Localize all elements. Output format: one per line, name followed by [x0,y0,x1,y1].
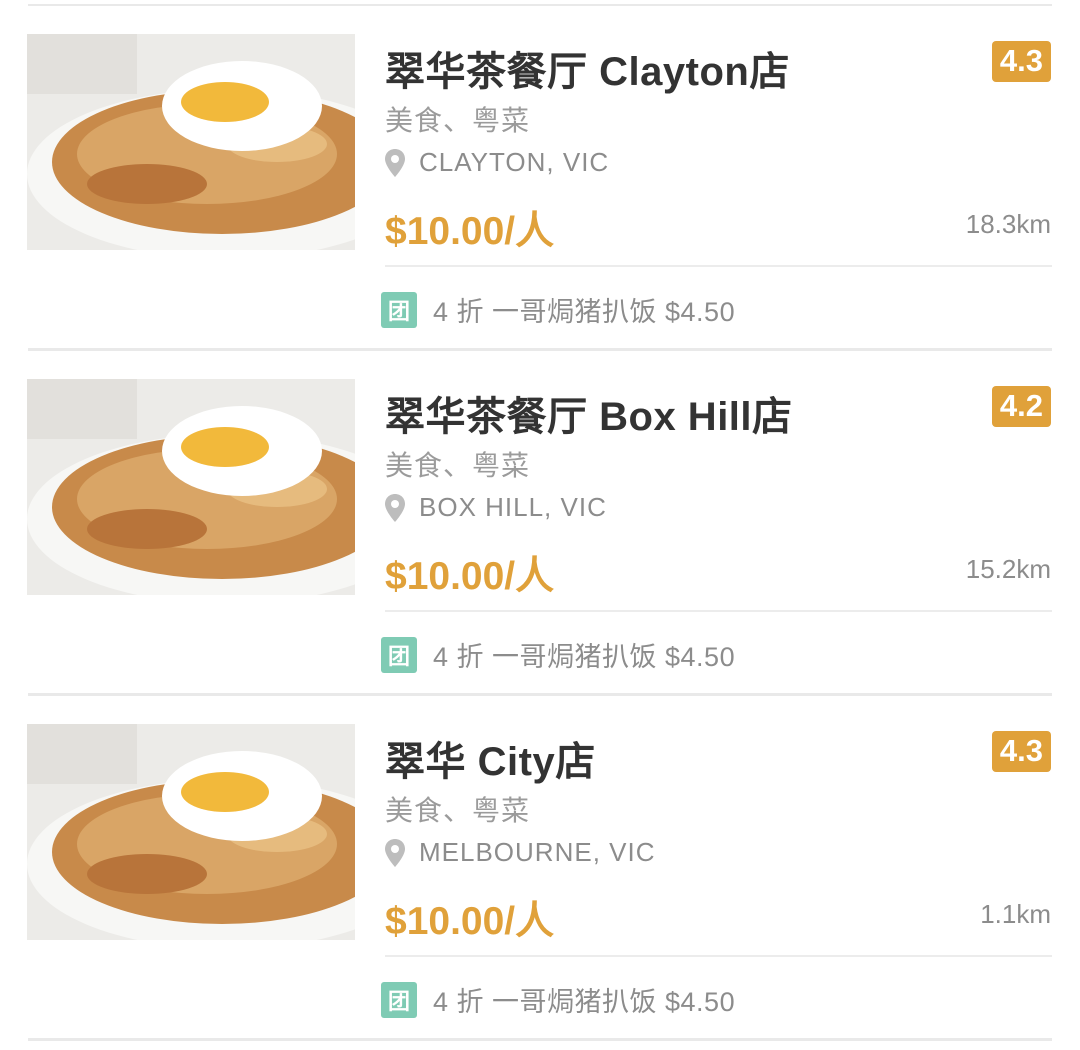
group-buy-tag-icon: 团 [381,981,417,1018]
location-text: MELBOURNE, VIC [419,837,656,867]
restaurant-card[interactable]: 翠华 City店 4.3 美食、粤菜 MELBOURNE, VIC $10.00… [0,696,1080,1041]
location-text: CLAYTON, VIC [419,147,610,177]
group-buy-tag-icon: 团 [381,291,417,328]
card-inner-divider [385,955,1052,957]
card-inner-divider [385,610,1052,612]
deal-text: 4 折 一哥焗猪扒饭 $4.50 [433,987,736,1017]
location-pin-icon [385,493,405,522]
deal-text: 4 折 一哥焗猪扒饭 $4.50 [433,642,736,672]
restaurant-card[interactable]: 翠华茶餐厅 Clayton店 4.3 美食、粤菜 CLAYTON, VIC $1… [0,6,1080,351]
location-row: MELBOURNE, VIC [383,837,656,868]
restaurant-name[interactable]: 翠华茶餐厅 Box Hill店 [385,384,793,442]
food-thumbnail[interactable] [27,724,355,940]
group-buy-tag-icon: 团 [381,636,417,673]
category-label: 美食、粤菜 [385,450,531,481]
food-thumbnail[interactable] [27,379,355,595]
category-label: 美食、粤菜 [385,105,531,136]
distance-label: 1.1km [980,899,1051,929]
price-per-person: $10.00/人 [385,900,555,943]
location-pin-icon [385,148,405,177]
food-thumbnail[interactable] [27,34,355,250]
rating-badge: 4.3 [991,731,1051,772]
distance-label: 15.2km [965,554,1051,584]
card-separator [28,1038,1052,1041]
card-inner-divider [385,265,1052,267]
restaurant-name[interactable]: 翠华茶餐厅 Clayton店 [385,39,790,97]
category-label: 美食、粤菜 [385,795,531,826]
deal-row[interactable]: 团 4 折 一哥焗猪扒饭 $4.50 [381,980,735,1019]
price-per-person: $10.00/人 [385,210,555,253]
deal-text: 4 折 一哥焗猪扒饭 $4.50 [433,297,736,327]
restaurant-name[interactable]: 翠华 City店 [385,729,596,787]
deal-row[interactable]: 团 4 折 一哥焗猪扒饭 $4.50 [381,635,735,674]
restaurant-card[interactable]: 翠华茶餐厅 Box Hill店 4.2 美食、粤菜 BOX HILL, VIC … [0,351,1080,696]
location-pin-icon [385,838,405,867]
location-text: BOX HILL, VIC [419,492,607,522]
rating-badge: 4.2 [991,386,1051,427]
price-per-person: $10.00/人 [385,555,555,598]
location-row: BOX HILL, VIC [383,492,607,523]
location-row: CLAYTON, VIC [383,147,609,178]
rating-badge: 4.3 [991,41,1051,82]
deal-row[interactable]: 团 4 折 一哥焗猪扒饭 $4.50 [381,290,735,329]
distance-label: 18.3km [965,209,1051,239]
